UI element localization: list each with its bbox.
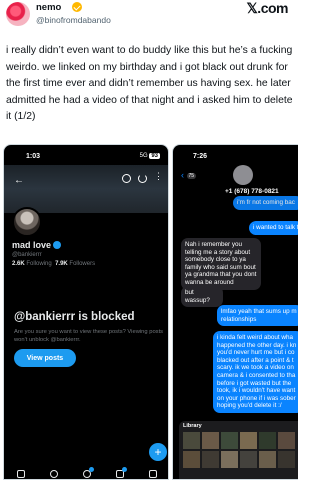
verified-badge-icon [72, 2, 82, 12]
message-bubble-out: i'm fr not coming bac [233, 196, 298, 210]
blocked-description: Are you sure you want to view these post… [14, 329, 164, 343]
home-icon [16, 470, 25, 478]
messages-icon [149, 470, 158, 478]
tweet-text: i really didn’t even want to do buddy li… [6, 45, 293, 122]
photo-thumbnail [221, 451, 238, 468]
view-posts-button: View posts [14, 349, 76, 367]
followers-label: Followers [69, 261, 96, 267]
photo-thumbnail [221, 432, 238, 449]
photo-thumbnail [183, 432, 200, 449]
blocked-profile-screenshot[interactable]: 1:03 5G 93 ← ⋮ mad love @bankierrr 2.6K … [3, 144, 169, 480]
message-bubble-out: lmfao yeah that sums up m relationships [217, 305, 298, 327]
x-logo-icon: 𝕏.com [246, 0, 289, 16]
status-time: 7:26 [193, 153, 208, 160]
photo-thumbnail [240, 451, 257, 468]
refresh-icon [138, 174, 147, 183]
grok-icon [82, 467, 94, 478]
compose-fab-button: + [149, 443, 167, 461]
photo-thumbnail [278, 432, 295, 449]
more-options-icon: ⋮ [154, 171, 163, 181]
followers-count: 7.9K [55, 261, 68, 267]
author-handle[interactable]: @binofromdabando [36, 15, 111, 25]
search-icon [122, 174, 131, 183]
search-nav-icon [49, 470, 58, 478]
status-time: 1:03 [26, 153, 41, 160]
contact-number: +1 (678) 778-0821 [225, 188, 279, 195]
photo-thumbnail [202, 432, 219, 449]
status-indicators: 5G 93 [140, 153, 160, 159]
message-bubble-out: i kinda felt weird about wha happened th… [213, 331, 298, 413]
contact-avatar [233, 165, 253, 185]
photo-thumbnail [259, 432, 276, 449]
photo-thumbnail [202, 451, 219, 468]
following-count: 2.6K [12, 261, 25, 267]
profile-name-text: mad love [12, 240, 52, 250]
photo-thumbnail [278, 451, 295, 468]
profile-verified-icon [53, 241, 62, 249]
author-display-name[interactable]: nemo [36, 2, 61, 13]
author-avatar[interactable] [6, 2, 30, 26]
photo-library-picker: Library [179, 421, 298, 479]
profile-banner [4, 165, 168, 213]
message-bubble-in: Nah i remember you telling me a story ab… [181, 238, 261, 290]
photo-thumbnail [259, 451, 276, 468]
profile-name: mad love [12, 240, 62, 250]
profile-stats: 2.6K Following 7.9K Followers [12, 261, 95, 267]
message-bubble-out: i wanted to talk t [249, 221, 298, 235]
photo-thumbnail [240, 432, 257, 449]
blocked-title: @bankierrr is blocked [14, 311, 135, 323]
profile-handle: @bankierrr [12, 252, 42, 258]
text-thread-screenshot[interactable]: 7:26 ‹ 75 +1 (678) 778-0821 i'm fr not c… [172, 144, 298, 480]
message-bubble-in: but wassup? [181, 286, 223, 308]
unread-count-badge: 75 [186, 173, 197, 179]
library-label: Library [183, 423, 202, 429]
back-arrow-icon: ← [14, 175, 24, 186]
notifications-icon [116, 467, 128, 478]
battery-icon: 93 [149, 153, 160, 159]
bottom-nav [4, 467, 168, 479]
profile-avatar [12, 207, 42, 237]
network-label: 5G [139, 153, 148, 159]
back-chevron-icon: ‹ 75 [181, 170, 197, 180]
following-label: Following [26, 261, 52, 267]
tweet-header: nemo @binofromdabando 𝕏.com [0, 0, 298, 38]
photo-thumbnail [183, 451, 200, 468]
